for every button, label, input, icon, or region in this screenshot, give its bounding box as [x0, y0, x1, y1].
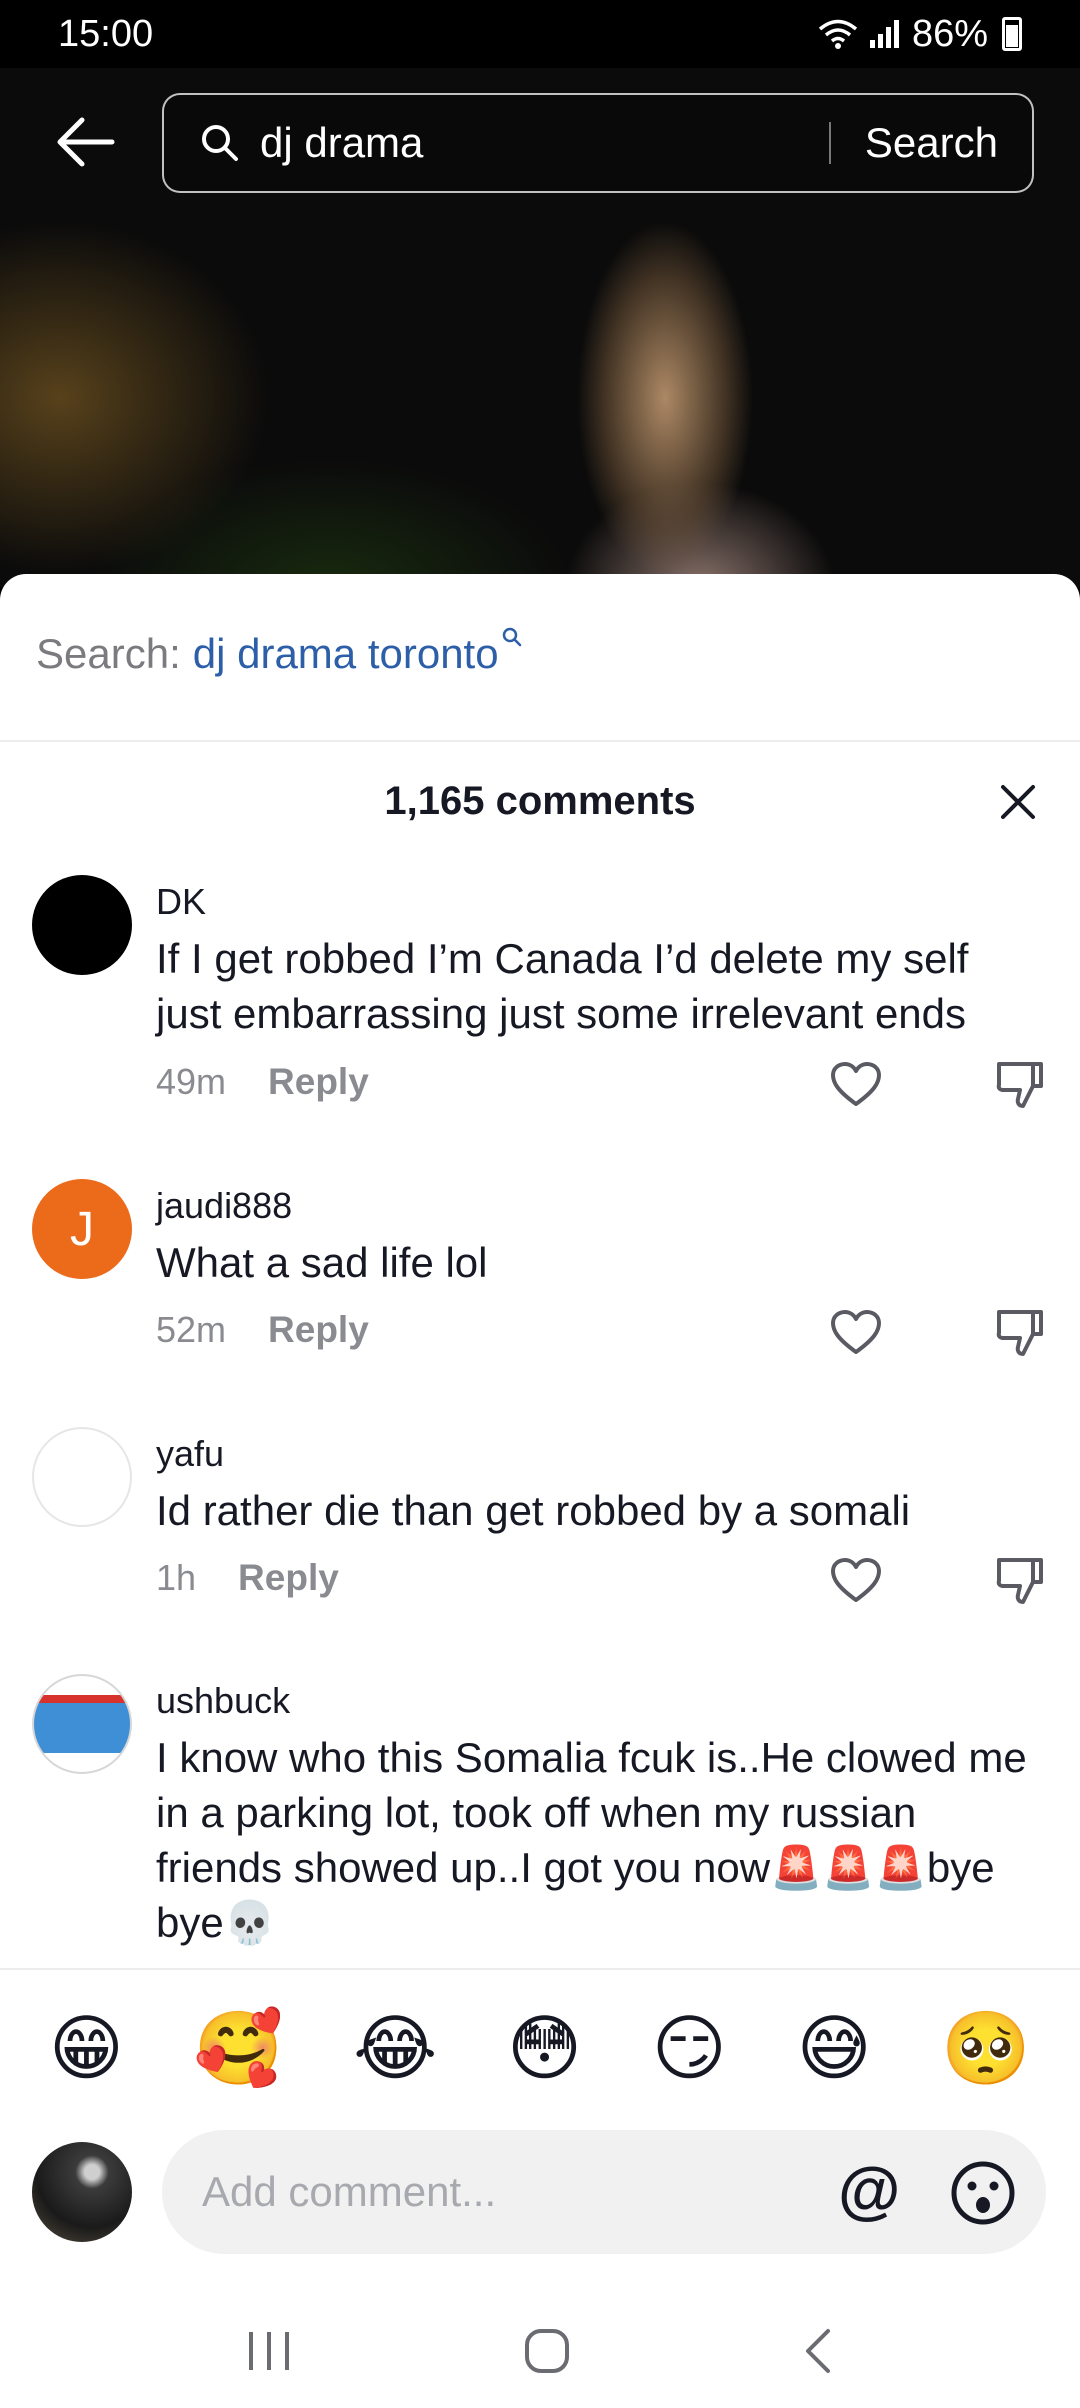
- status-time: 15:00: [58, 12, 154, 55]
- comments-sheet: Search: dj drama toronto 1,165 comments …: [0, 574, 1080, 2408]
- comment-time: 1h: [156, 1557, 197, 1598]
- related-search-term[interactable]: dj drama toronto: [193, 630, 499, 678]
- avatar[interactable]: [32, 1674, 132, 1774]
- heart-icon: [831, 1310, 881, 1354]
- search-button[interactable]: Search: [831, 119, 1032, 167]
- like-button[interactable]: [826, 1303, 886, 1363]
- avatar[interactable]: [32, 875, 132, 975]
- back-arrow-icon: [57, 117, 115, 167]
- status-bar: 15:00 86%: [0, 0, 1080, 68]
- comment-composer: Add comment... @: [0, 2130, 1080, 2260]
- back-button[interactable]: [52, 108, 120, 176]
- avatar[interactable]: J: [32, 1179, 132, 1279]
- emoji-flushed[interactable]: 😳: [507, 2013, 582, 2085]
- reply-button[interactable]: Reply: [268, 1309, 369, 1351]
- comments-count: 1,165 comments: [384, 779, 696, 823]
- thumbs-down-icon: [996, 1310, 1043, 1356]
- emoji-quick-bar: 😁 🥰 😂 😳 😏 😅 🥺: [0, 1999, 1080, 2099]
- thumbs-down-icon: [996, 1558, 1043, 1604]
- comment-placeholder: Add comment...: [202, 2168, 497, 2215]
- related-search-prefix: Search:: [36, 630, 181, 677]
- comment-text: I know who this Somalia fcuk is..He clow…: [156, 1734, 1027, 1946]
- emoji-pleading[interactable]: 🥺: [941, 2013, 1031, 2085]
- recent-apps-icon[interactable]: [246, 2329, 292, 2373]
- comment-text: If I get robbed I’m Canada I’d delete my…: [156, 935, 969, 1037]
- heart-icon: [831, 1062, 881, 1106]
- related-search[interactable]: Search: dj drama toronto: [36, 627, 523, 678]
- comment-meta: 52m Reply: [156, 1309, 369, 1351]
- comment-username[interactable]: yafu: [156, 1433, 224, 1475]
- comment-username[interactable]: jaudi888: [156, 1185, 292, 1227]
- home-icon[interactable]: [523, 2327, 571, 2375]
- close-button[interactable]: [990, 774, 1046, 830]
- search-icon: [202, 125, 238, 161]
- search-input[interactable]: dj drama: [260, 119, 829, 167]
- reply-button[interactable]: Reply: [268, 1061, 369, 1103]
- dislike-button[interactable]: [990, 1303, 1050, 1363]
- like-button[interactable]: [826, 1055, 886, 1115]
- search-bar[interactable]: dj drama Search: [162, 93, 1034, 193]
- avatar-letter: J: [70, 1202, 94, 1256]
- comment-item: ushbuck I know who this Somalia fcuk is.…: [0, 1674, 1080, 1966]
- thumbs-down-icon: [996, 1062, 1043, 1108]
- system-nav-bar: [0, 2294, 1080, 2408]
- battery-percent: 86%: [911, 12, 988, 55]
- emoji-grin[interactable]: 😁: [49, 2013, 124, 2085]
- comment-meta: 1h Reply: [156, 1557, 339, 1599]
- comment-username[interactable]: ushbuck: [156, 1680, 290, 1722]
- search-icon: [502, 627, 521, 647]
- heart-icon: [831, 1558, 881, 1602]
- like-button[interactable]: [826, 1551, 886, 1611]
- divider: [0, 740, 1080, 742]
- comment-meta: 49m Reply: [156, 1061, 369, 1103]
- wifi-icon: [818, 19, 858, 49]
- close-icon: [1001, 785, 1035, 819]
- signal-icon: [869, 20, 899, 48]
- emoji-sweat-smile[interactable]: 😅: [797, 2013, 872, 2085]
- comment-text: Id rather die than get robbed by a somal…: [156, 1487, 911, 1534]
- dislike-button[interactable]: [990, 1055, 1050, 1115]
- emoji-tears-of-joy[interactable]: 😂: [353, 2013, 437, 2085]
- comment-username[interactable]: DK: [156, 881, 206, 923]
- divider: [0, 1968, 1080, 1970]
- back-icon[interactable]: [802, 2327, 834, 2375]
- emoji-picker-icon[interactable]: [950, 2160, 1016, 2226]
- dislike-button[interactable]: [990, 1551, 1050, 1611]
- user-avatar[interactable]: [32, 2142, 132, 2242]
- comment-text: What a sad life lol: [156, 1239, 488, 1286]
- emoji-smirk[interactable]: 😏: [652, 2013, 727, 2085]
- comment-time: 52m: [156, 1309, 227, 1350]
- mention-button[interactable]: @: [838, 2158, 900, 2222]
- battery-icon: [1002, 17, 1022, 51]
- status-icons: 86%: [818, 13, 1022, 56]
- comment-time: 49m: [156, 1061, 227, 1102]
- reply-button[interactable]: Reply: [238, 1557, 339, 1599]
- comment-input[interactable]: Add comment...: [162, 2130, 1046, 2254]
- emoji-smiling-hearts[interactable]: 🥰: [194, 2013, 284, 2085]
- avatar[interactable]: [32, 1427, 132, 1527]
